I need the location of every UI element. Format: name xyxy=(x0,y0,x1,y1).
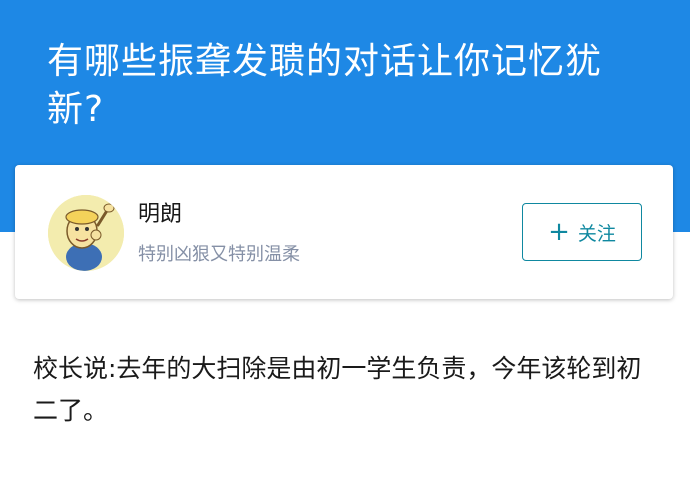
plus-icon: + xyxy=(548,217,570,247)
question-title[interactable]: 有哪些振聋发聩的对话让你记忆犹新? xyxy=(47,38,647,134)
author-name[interactable]: 明朗 xyxy=(138,201,182,229)
author-bio: 特别凶狠又特别温柔 xyxy=(138,244,300,265)
author-avatar[interactable] xyxy=(48,195,124,271)
follow-button[interactable]: + 关注 xyxy=(522,203,642,261)
cartoon-avatar-icon xyxy=(48,195,124,271)
author-card: 明朗 特别凶狠又特别温柔 + 关注 xyxy=(15,165,673,299)
follow-button-label: 关注 xyxy=(577,222,616,245)
answer-text: 校长说:去年的大扫除是由初一学生负责，今年该轮到初二了。 xyxy=(33,354,642,425)
